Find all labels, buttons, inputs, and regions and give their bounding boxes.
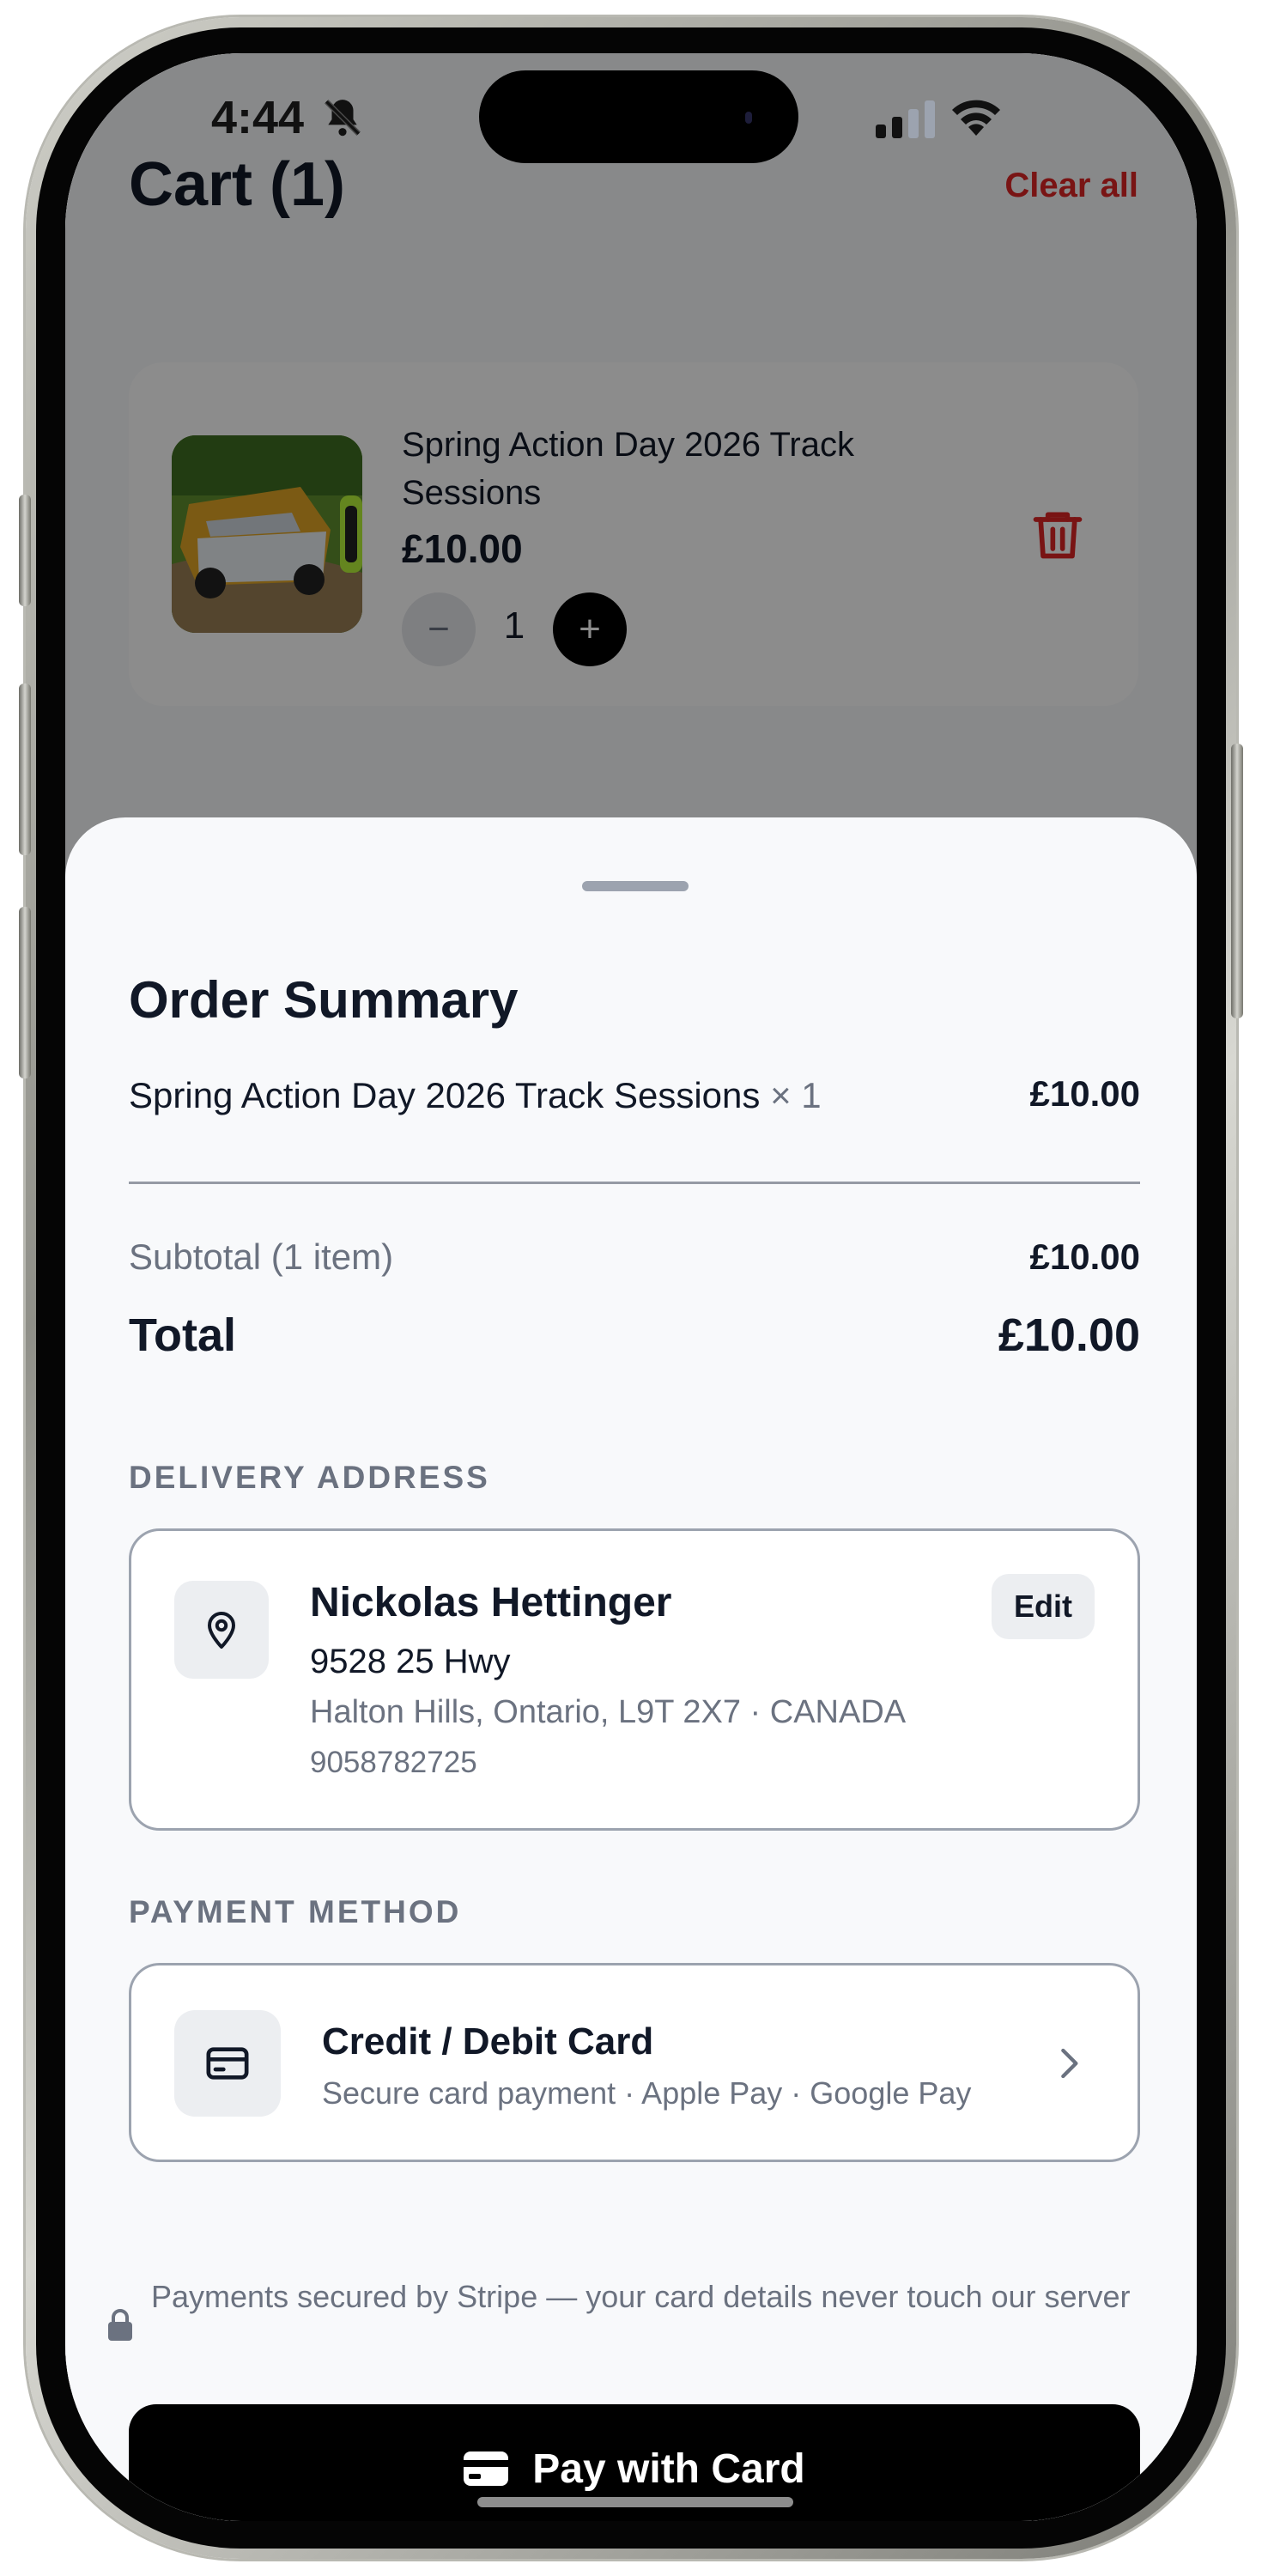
payment-method-title: Credit / Debit Card: [322, 2020, 654, 2063]
address-line-1: 9528 25 Hwy: [310, 1643, 511, 1680]
dynamic-island: [479, 70, 798, 163]
address-line-2: Halton Hills, Ontario, L9T 2X7 · CANADA: [310, 1694, 907, 1730]
sheet-title: Order Summary: [129, 971, 519, 1029]
lock-icon: [108, 2309, 132, 2341]
summary-line-item-qty: × 1: [770, 1075, 822, 1115]
delivery-section-label: DELIVERY ADDRESS: [129, 1460, 490, 1495]
volume-up-button: [19, 683, 31, 855]
delivery-address-card: Nickolas Hettinger 9528 25 Hwy Halton Hi…: [129, 1528, 1140, 1831]
total-value: £10.00: [998, 1309, 1140, 1361]
status-time: 4:44: [211, 92, 305, 143]
edit-address-button[interactable]: Edit: [992, 1574, 1095, 1639]
summary-line-item-price: £10.00: [1029, 1073, 1140, 1114]
payment-method-card[interactable]: Credit / Debit Card Secure card payment …: [129, 1963, 1140, 2162]
order-summary-sheet: Order Summary Spring Action Day 2026 Tra…: [65, 817, 1197, 2521]
map-pin-icon: [208, 1612, 235, 1649]
recipient-name: Nickolas Hettinger: [310, 1580, 672, 1625]
total-label: Total: [129, 1309, 236, 1361]
card-icon-container: [174, 2010, 281, 2117]
summary-line-item-name: Spring Action Day 2026 Track Sessions: [129, 1075, 761, 1115]
security-note: Payments secured by Stripe — your card d…: [151, 2279, 1131, 2314]
credit-card-icon: [206, 2047, 249, 2080]
chevron-right-icon: [1061, 2048, 1078, 2079]
subtotal-value: £10.00: [1029, 1236, 1140, 1277]
payment-section-label: PAYMENT METHOD: [129, 1894, 462, 1929]
silent-bell-icon: [325, 100, 361, 137]
summary-line-item: Spring Action Day 2026 Track Sessions × …: [129, 1075, 822, 1116]
wifi-icon: [952, 100, 1000, 136]
credit-card-icon: [464, 2451, 509, 2486]
pay-button-label: Pay with Card: [532, 2445, 805, 2492]
action-button: [19, 495, 31, 606]
volume-down-button: [19, 907, 31, 1078]
cellular-signal-icon: [876, 100, 935, 138]
summary-divider: [129, 1182, 1140, 1184]
phone-screen: Cart (1) Clear all Spring Action Day 202…: [65, 53, 1197, 2521]
home-indicator[interactable]: [477, 2497, 793, 2507]
payment-method-subtitle: Secure card payment · Apple Pay · Google…: [322, 2075, 972, 2111]
power-button: [1231, 744, 1243, 1018]
subtotal-label: Subtotal (1 item): [129, 1236, 394, 1277]
recipient-phone: 9058782725: [310, 1746, 477, 1779]
location-icon-container: [174, 1581, 269, 1679]
sheet-drag-handle[interactable]: [582, 881, 689, 891]
